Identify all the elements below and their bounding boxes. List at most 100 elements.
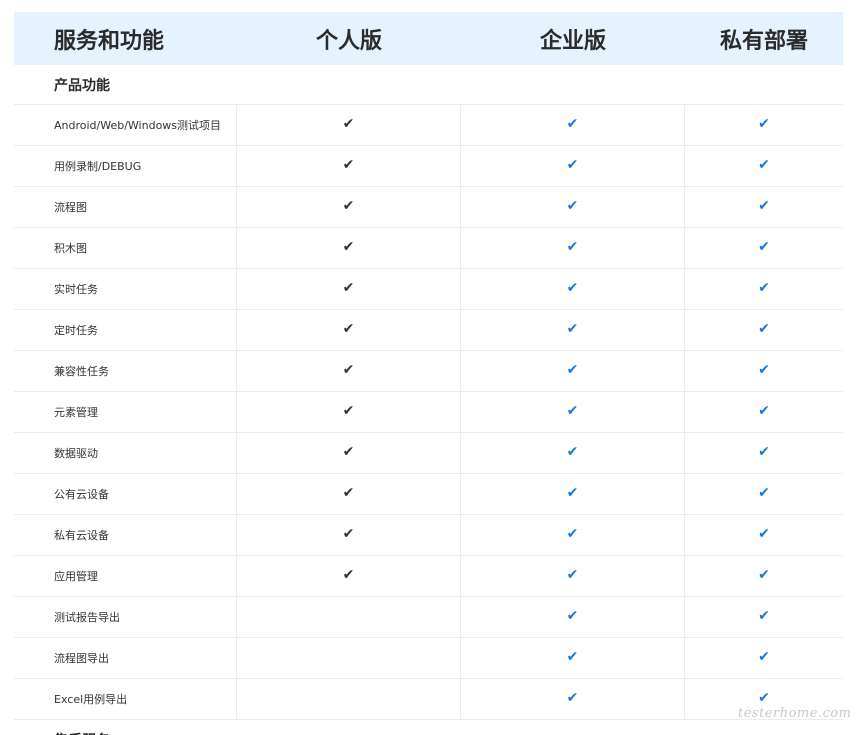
- checkmark-icon: ✔: [566, 362, 579, 378]
- table-row: 定时任务 ✔ ✔ ✔: [14, 310, 843, 351]
- checkmark-icon: ✔: [342, 403, 355, 419]
- enterprise-cell: ✔: [461, 228, 685, 268]
- checkmark-icon: ✔: [758, 362, 770, 378]
- checkmark-icon: ✔: [758, 649, 770, 665]
- checkmark-icon: ✔: [758, 239, 770, 255]
- enterprise-cell: ✔: [461, 474, 685, 514]
- next-section-title: 售后服务: [54, 730, 110, 735]
- enterprise-cell: ✔: [461, 556, 685, 596]
- private-cell: ✔: [685, 105, 843, 145]
- feature-name: 用例录制/DEBUG: [14, 146, 237, 186]
- checkmark-icon: ✔: [758, 321, 770, 337]
- enterprise-cell: ✔: [461, 146, 685, 186]
- enterprise-cell: ✔: [461, 515, 685, 555]
- checkmark-icon: ✔: [342, 157, 355, 173]
- feature-name: 元素管理: [14, 392, 237, 432]
- table-row: 元素管理 ✔ ✔ ✔: [14, 392, 843, 433]
- checkmark-icon: ✔: [342, 239, 355, 255]
- table-row: Excel用例导出 ✔ ✔: [14, 679, 843, 720]
- checkmark-icon: ✔: [566, 485, 579, 501]
- private-cell: ✔: [685, 310, 843, 350]
- feature-name: 流程图导出: [14, 638, 237, 678]
- header-personal-edition: 个人版: [315, 28, 382, 54]
- table-row: 测试报告导出 ✔ ✔: [14, 597, 843, 638]
- private-cell: ✔: [685, 515, 843, 555]
- checkmark-icon: ✔: [566, 239, 579, 255]
- personal-cell: ✔: [237, 515, 461, 555]
- feature-name: 测试报告导出: [14, 597, 237, 637]
- personal-cell: ✔: [237, 474, 461, 514]
- checkmark-icon: ✔: [342, 198, 355, 214]
- personal-cell: ✔: [237, 146, 461, 186]
- checkmark-icon: ✔: [758, 608, 770, 624]
- personal-cell: ✔: [237, 351, 461, 391]
- feature-name: 积木图: [14, 228, 237, 268]
- feature-name: 实时任务: [14, 269, 237, 309]
- table-row: 私有云设备 ✔ ✔ ✔: [14, 515, 843, 556]
- checkmark-icon: ✔: [758, 444, 770, 460]
- checkmark-icon: ✔: [566, 526, 579, 542]
- checkmark-icon: ✔: [566, 280, 579, 296]
- checkmark-icon: ✔: [758, 157, 770, 173]
- personal-cell: ✔: [237, 392, 461, 432]
- feature-name: 应用管理: [14, 556, 237, 596]
- checkmark-icon: ✔: [342, 362, 355, 378]
- checkmark-icon: ✔: [342, 567, 355, 583]
- feature-name: Android/Web/Windows测试项目: [14, 105, 237, 145]
- header-enterprise-edition: 企业版: [539, 28, 606, 54]
- private-cell: ✔: [685, 269, 843, 309]
- enterprise-cell: ✔: [461, 392, 685, 432]
- checkmark-icon: ✔: [566, 444, 579, 460]
- feature-name: 兼容性任务: [14, 351, 237, 391]
- checkmark-icon: ✔: [758, 116, 770, 132]
- table-row: 积木图 ✔ ✔ ✔: [14, 228, 843, 269]
- table-row: 应用管理 ✔ ✔ ✔: [14, 556, 843, 597]
- table-row: 公有云设备 ✔ ✔ ✔: [14, 474, 843, 515]
- enterprise-cell: ✔: [461, 351, 685, 391]
- table-row: 用例录制/DEBUG ✔ ✔ ✔: [14, 146, 843, 187]
- private-cell: ✔: [685, 392, 843, 432]
- feature-rows: Android/Web/Windows测试项目 ✔ ✔ ✔ 用例录制/DEBUG ✔ ✔ ✔ 流…: [14, 105, 843, 720]
- checkmark-icon: ✔: [342, 526, 355, 542]
- checkmark-icon: ✔: [758, 485, 770, 501]
- enterprise-cell: ✔: [461, 597, 685, 637]
- checkmark-icon: ✔: [566, 157, 579, 173]
- feature-name: 公有云设备: [14, 474, 237, 514]
- checkmark-icon: ✔: [758, 567, 770, 583]
- private-cell: ✔: [685, 146, 843, 186]
- enterprise-cell: ✔: [461, 679, 685, 719]
- private-cell: ✔: [685, 556, 843, 596]
- checkmark-icon: ✔: [758, 403, 770, 419]
- personal-cell: ✔: [237, 269, 461, 309]
- personal-cell: ✔: [237, 433, 461, 473]
- private-cell: ✔: [685, 187, 843, 227]
- checkmark-icon: ✔: [566, 116, 579, 132]
- enterprise-cell: ✔: [461, 433, 685, 473]
- checkmark-icon: ✔: [342, 321, 355, 337]
- checkmark-icon: ✔: [342, 444, 355, 460]
- personal-cell: [237, 638, 461, 678]
- feature-comparison-table: 服务和功能 个人版 企业版 私有部署 产品功能 Android/Web/Wind…: [14, 12, 843, 720]
- checkmark-icon: ✔: [566, 608, 579, 624]
- checkmark-icon: ✔: [342, 485, 355, 501]
- private-cell: ✔: [685, 228, 843, 268]
- table-row: 实时任务 ✔ ✔ ✔: [14, 269, 843, 310]
- personal-cell: ✔: [237, 105, 461, 145]
- private-cell: ✔: [685, 351, 843, 391]
- checkmark-icon: ✔: [566, 567, 579, 583]
- table-row: 流程图 ✔ ✔ ✔: [14, 187, 843, 228]
- personal-cell: ✔: [237, 187, 461, 227]
- private-cell: ✔: [685, 474, 843, 514]
- enterprise-cell: ✔: [461, 310, 685, 350]
- checkmark-icon: ✔: [566, 321, 579, 337]
- section-header-product-features: 产品功能: [14, 65, 843, 105]
- private-cell: ✔: [685, 597, 843, 637]
- personal-cell: ✔: [237, 310, 461, 350]
- section-title: 产品功能: [54, 77, 110, 94]
- checkmark-icon: ✔: [566, 690, 579, 706]
- table-row: 兼容性任务 ✔ ✔ ✔: [14, 351, 843, 392]
- checkmark-icon: ✔: [566, 649, 579, 665]
- table-row: 流程图导出 ✔ ✔: [14, 638, 843, 679]
- checkmark-icon: ✔: [342, 280, 355, 296]
- checkmark-icon: ✔: [758, 690, 770, 706]
